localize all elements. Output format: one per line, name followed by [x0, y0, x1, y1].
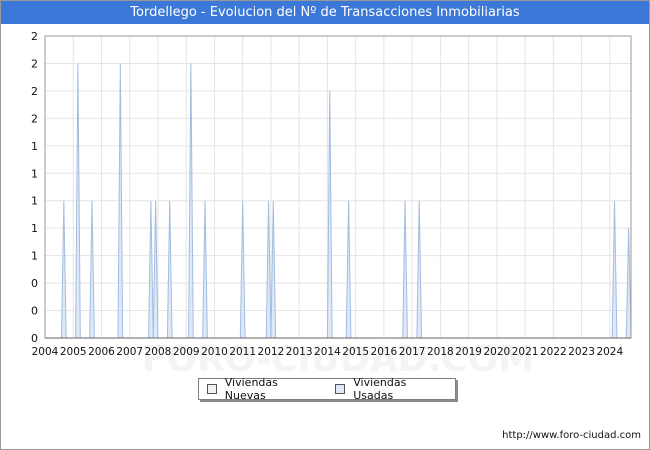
plot-area	[44, 35, 632, 339]
legend-label-nuevas: Viviendas Nuevas	[224, 376, 278, 402]
legend-label-usadas: Viviendas Usadas	[353, 376, 407, 402]
x-tick-label: 2006	[88, 346, 115, 358]
y-tick-label: 1	[31, 195, 38, 208]
x-tick-label: 2011	[229, 346, 256, 358]
x-tick-label: 2012	[258, 346, 285, 358]
x-tick-label: 2020	[483, 346, 510, 358]
y-tick-label: 0	[31, 305, 38, 318]
legend-swatch-nuevas	[207, 384, 217, 394]
x-tick-label: 2014	[314, 346, 341, 358]
legend-swatch-usadas	[335, 384, 346, 394]
y-tick-label: 2	[31, 112, 38, 125]
y-tick-label: 0	[31, 277, 38, 290]
y-tick-label: 2	[31, 30, 38, 43]
y-tick-label: 0	[31, 332, 38, 345]
x-tick-label: 2015	[342, 346, 369, 358]
x-tick-label: 2016	[371, 346, 398, 358]
y-tick-label: 1	[31, 250, 38, 263]
legend-item-usadas: Viviendas Usadas	[335, 376, 447, 402]
y-tick-label: 2	[31, 85, 38, 98]
y-tick-label: 2	[31, 57, 38, 70]
legend-item-nuevas: Viviendas Nuevas	[207, 376, 319, 402]
x-tick-label: 2007	[116, 346, 143, 358]
x-tick-label: 2010	[201, 346, 228, 358]
x-tick-label: 2013	[286, 346, 313, 358]
chart-frame: Tordellego - Evolucion del Nº de Transac…	[0, 0, 650, 450]
y-tick-label: 1	[31, 140, 38, 153]
x-tick-label: 2004	[32, 346, 59, 358]
x-tick-label: 2017	[399, 346, 426, 358]
source-link[interactable]: http://www.foro-ciudad.com	[502, 430, 641, 441]
x-tick-label: 2018	[427, 346, 454, 358]
y-tick-label: 1	[31, 222, 38, 235]
x-tick-label: 2009	[173, 346, 200, 358]
x-tick-label: 2019	[455, 346, 482, 358]
x-tick-label: 2008	[145, 346, 172, 358]
x-tick-label: 2023	[568, 346, 595, 358]
legend: Viviendas Nuevas Viviendas Usadas	[198, 376, 456, 402]
y-tick-label: 1	[31, 167, 38, 180]
x-tick-label: 2021	[512, 346, 539, 358]
x-tick-label: 2005	[60, 346, 87, 358]
x-tick-label: 2024	[596, 346, 623, 358]
x-tick-label: 2022	[540, 346, 567, 358]
